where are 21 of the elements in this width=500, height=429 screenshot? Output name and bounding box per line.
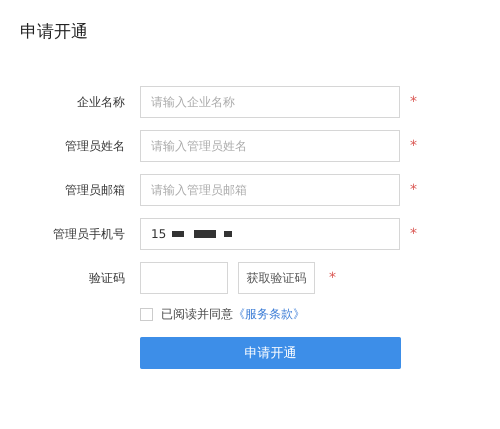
field-label: 企业名称 bbox=[76, 94, 125, 110]
required-mark: * bbox=[410, 138, 417, 154]
terms-link[interactable]: 《服务条款》 bbox=[233, 306, 305, 323]
required-mark: * bbox=[329, 270, 336, 286]
captcha-input-field[interactable] bbox=[140, 262, 228, 294]
field-value: 15 bbox=[151, 227, 166, 241]
text-input-field[interactable]: 请输入管理员姓名 bbox=[140, 130, 400, 162]
field-label: 管理员姓名 bbox=[64, 138, 125, 154]
required-mark: * bbox=[410, 94, 417, 110]
field-label: 管理员手机号 bbox=[52, 226, 125, 242]
required-mark: * bbox=[410, 182, 417, 198]
field-label: 验证码 bbox=[88, 270, 125, 286]
text-input-field[interactable]: 请输入企业名称 bbox=[140, 86, 400, 118]
field-label: 管理员邮箱 bbox=[64, 182, 125, 198]
get-code-button[interactable]: 获取验证码 bbox=[238, 262, 315, 294]
text-input-field[interactable]: 请输入管理员邮箱 bbox=[140, 174, 400, 206]
page-title: 申请开通 bbox=[20, 21, 89, 43]
required-mark: * bbox=[410, 226, 417, 242]
phone-input-field[interactable]: 15 bbox=[140, 218, 400, 250]
agreement-checkbox[interactable] bbox=[140, 308, 153, 321]
agreement-text: 已阅读并同意 bbox=[161, 306, 233, 323]
